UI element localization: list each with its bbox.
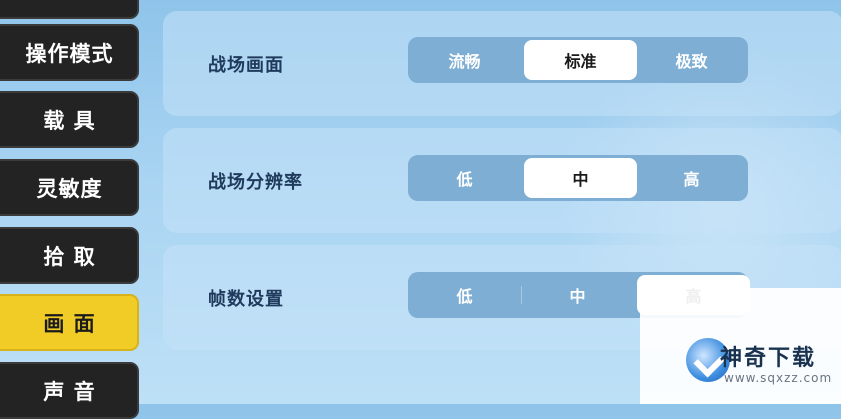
sidebar-item-label: 载 具: [43, 108, 96, 133]
setting-row-battle-resolution: 战场分辨率 低 中 高: [163, 128, 841, 233]
option-smooth[interactable]: 流畅: [408, 37, 521, 83]
segmented-control: 流畅 标准 极致: [408, 37, 748, 83]
setting-label: 帧数设置: [208, 288, 284, 310]
option-ultra[interactable]: 极致: [635, 37, 748, 83]
watermark-title: 神奇下载: [720, 346, 817, 371]
sidebar-item-sensitivity[interactable]: 灵敏度: [0, 159, 139, 216]
sidebar-item-label: 灵敏度: [36, 176, 103, 201]
option-medium[interactable]: 中: [524, 158, 637, 198]
watermark-overlay: 神奇下载 www.sqxzz.com: [640, 288, 841, 404]
sidebar-item-vehicle[interactable]: 载 具: [0, 91, 139, 148]
sidebar-item-control-mode[interactable]: 操作模式: [0, 24, 139, 81]
option-low[interactable]: 低: [408, 272, 521, 318]
sidebar-item-graphics[interactable]: 画 面: [0, 294, 139, 351]
sidebar-item-sound[interactable]: 声 音: [0, 362, 139, 419]
settings-sidebar: 操作模式 载 具 灵敏度 拾 取 画 面 声 音: [0, 0, 142, 419]
sidebar-item-label: 画 面: [43, 311, 96, 336]
watermark-url: www.sqxzz.com: [724, 371, 833, 385]
setting-label: 战场分辨率: [208, 171, 303, 193]
option-high[interactable]: 高: [635, 155, 748, 201]
sidebar-item-label: 声 音: [43, 379, 96, 404]
sidebar-item-top[interactable]: [0, 0, 139, 19]
setting-label: 战场画面: [208, 54, 284, 76]
sidebar-item-label: 拾 取: [43, 244, 96, 269]
option-low[interactable]: 低: [408, 155, 521, 201]
sidebar-item-label: 操作模式: [25, 41, 114, 66]
option-standard[interactable]: 标准: [524, 40, 637, 80]
setting-row-battle-graphics: 战场画面 流畅 标准 极致: [163, 11, 841, 116]
sidebar-item-pickup[interactable]: 拾 取: [0, 227, 139, 284]
segmented-control: 低 中 高: [408, 155, 748, 201]
option-medium[interactable]: 中: [521, 272, 634, 318]
